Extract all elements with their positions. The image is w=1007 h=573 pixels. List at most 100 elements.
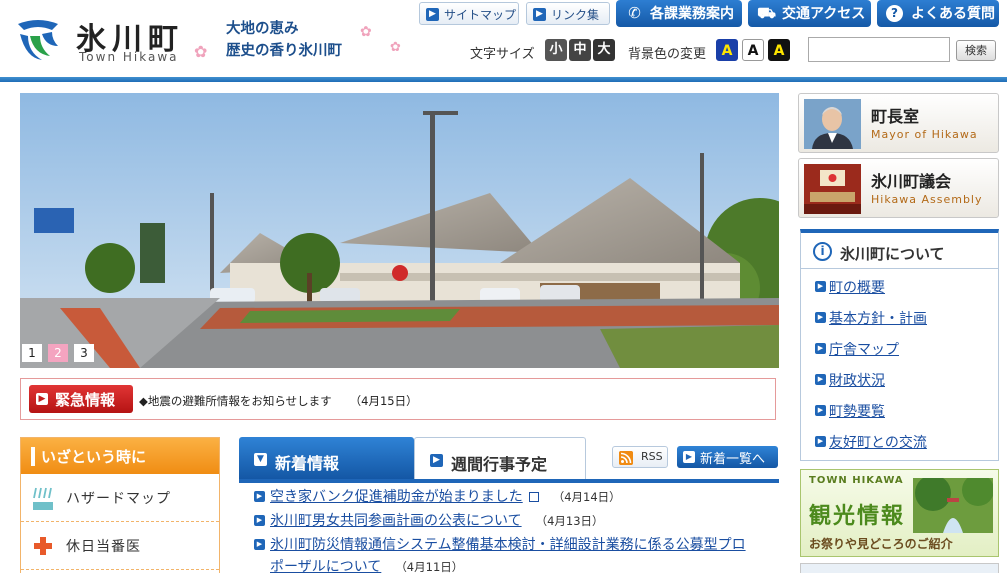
list-item: ▶ 友好町との交流 xyxy=(801,424,998,455)
holiday-doctor-link[interactable]: 休日当番医 xyxy=(21,522,219,570)
news-date: （4月14日） xyxy=(552,490,621,504)
tourism-subtitle: お祭りや見どころのご紹介 xyxy=(809,537,953,551)
nav-faq-button[interactable]: ? よくある質問 xyxy=(877,0,999,27)
about-link-friendship[interactable]: 友好町との交流 xyxy=(829,435,927,451)
about-link-town-profile[interactable]: 町勢要覧 xyxy=(829,404,885,420)
site-header: 氷川町 Town Hikawa ✿ ✿ ✿ 大地の恵み 歴史の香り氷川町 ▶ サ… xyxy=(0,0,1007,82)
rain-icon xyxy=(33,487,53,510)
news-link[interactable]: 空き家バンク促進補助金が始まりました xyxy=(270,489,523,505)
nav-label: よくある質問 xyxy=(911,6,995,22)
phone-icon: ✆ xyxy=(628,4,641,22)
font-size-label: 文字サイズ xyxy=(470,47,535,62)
font-size-medium-button[interactable]: 中 xyxy=(569,39,591,61)
site-title-en: Town Hikawa xyxy=(79,50,179,64)
search-input[interactable] xyxy=(808,37,950,62)
news-divider xyxy=(239,479,779,483)
hero-slideshow[interactable]: 1 2 3 xyxy=(20,93,779,368)
emergency-badge-label: 緊急情報 xyxy=(55,391,116,409)
about-link-office-map[interactable]: 庁舎マップ xyxy=(829,342,899,358)
about-link-overview[interactable]: 町の概要 xyxy=(829,280,885,296)
bg-blue-button[interactable]: A xyxy=(716,39,738,61)
tagline: ✿ ✿ ✿ 大地の恵み 歴史の香り氷川町 xyxy=(190,14,420,74)
emergency-bar: ▶ 緊急情報 ◆地震の避難所情報をお知らせします （4月15日） xyxy=(20,378,776,420)
slide-dot-2[interactable]: 2 xyxy=(48,344,68,362)
font-size-large-button[interactable]: 大 xyxy=(593,39,615,61)
town-logo-icon[interactable] xyxy=(12,14,64,66)
search-button[interactable]: 検索 xyxy=(956,40,996,61)
arrow-right-icon: ▶ xyxy=(683,451,695,463)
bg-white-button[interactable]: A xyxy=(742,39,764,61)
bg-black-button[interactable]: A xyxy=(768,39,790,61)
slide-dot-1[interactable]: 1 xyxy=(22,344,42,362)
tagline-line-1: 大地の恵み xyxy=(226,21,299,37)
assembly-banner[interactable]: 氷川町議会 Hikawa Assembly xyxy=(798,158,999,218)
nav-access-button[interactable]: ⛟ 交通アクセス xyxy=(748,0,871,27)
font-size-small-button[interactable]: 小 xyxy=(545,39,567,61)
question-icon: ? xyxy=(886,5,903,22)
news-link[interactable]: 氷川町防災情報通信システム整備基本検討・詳細設計業務に係る公募型プロ xyxy=(270,537,746,553)
news-list-button[interactable]: ▶ 新着一覧へ xyxy=(677,446,778,468)
emergency-notice-text: ◆地震の避難所情報をお知らせします xyxy=(139,394,332,408)
nav-label: 各課業務案内 xyxy=(650,6,734,22)
news-list: ▶ 空き家バンク促進補助金が始まりました （4月14日） ▶ 氷川町男女共同参画計… xyxy=(239,486,779,573)
list-item: ▶ 庁舎マップ xyxy=(801,331,998,362)
tourism-photo xyxy=(913,478,993,533)
hazard-map-label: ハザードマップ xyxy=(66,491,171,507)
about-link-finance[interactable]: 財政状況 xyxy=(829,373,885,389)
assembly-title: 氷川町議会 xyxy=(871,172,952,191)
rss-label: RSS xyxy=(641,450,663,463)
external-link-icon xyxy=(528,492,539,502)
emergency-notice[interactable]: ◆地震の避難所情報をお知らせします （4月15日） xyxy=(139,393,418,409)
tab-weekly-label: 週間行事予定 xyxy=(451,455,548,474)
arrow-right-icon: ▶ xyxy=(426,8,439,21)
arrow-right-icon: ▶ xyxy=(254,491,265,502)
about-town-box: i 氷川町について ▶ 町の概要 ▶ 基本方針・計画 ▶ 庁舎マップ ▶ 財政状… xyxy=(800,229,999,461)
arrow-right-icon: ▶ xyxy=(815,405,826,416)
list-item: ▶ 財政状況 xyxy=(801,362,998,393)
about-link-policy[interactable]: 基本方針・計画 xyxy=(829,311,927,327)
sitemap-link-label: サイトマップ xyxy=(444,8,517,22)
car-icon: ⛟ xyxy=(757,4,776,22)
arrow-right-icon: ▶ xyxy=(815,436,826,447)
arrow-right-icon: ▶ xyxy=(254,515,265,526)
news-date: （4月11日） xyxy=(395,560,464,573)
chevron-down-icon: ▼ xyxy=(254,453,267,466)
tourism-banner[interactable]: TOWN HIKAWA 観光情報 お祭りや見どころのご紹介 xyxy=(800,469,999,557)
nav-department-guide-button[interactable]: ✆ 各課業務案内 xyxy=(616,0,742,27)
bg-color-label: 背景色の変更 xyxy=(628,47,707,62)
tourism-small-label: TOWN HIKAWA xyxy=(809,475,904,486)
arrow-right-icon: ▶ xyxy=(815,343,826,354)
slide-dot-3[interactable]: 3 xyxy=(74,344,94,362)
news-link-continued[interactable]: ポーザルについて xyxy=(270,559,381,573)
arrow-right-icon: ▶ xyxy=(815,312,826,323)
tagline-line-2: 歴史の香り氷川町 xyxy=(226,43,342,59)
arrow-right-icon: ▶ xyxy=(430,454,443,467)
rss-button[interactable]: RSS xyxy=(612,446,668,468)
list-item: ▶ 基本方針・計画 xyxy=(801,300,998,331)
mayor-office-banner[interactable]: 町長室 Mayor of Hikawa xyxy=(798,93,999,153)
tourism-title: 観光情報 xyxy=(809,504,906,529)
news-link[interactable]: 氷川町男女共同参画計画の公表について xyxy=(270,513,522,529)
tab-news[interactable]: ▼ 新着情報 xyxy=(239,437,414,479)
hero-photo xyxy=(20,93,779,368)
assembly-hall-photo xyxy=(804,164,861,214)
arrow-right-icon: ▶ xyxy=(533,8,546,21)
right-column-next-banner xyxy=(800,563,999,573)
emergency-badge[interactable]: ▶ 緊急情報 xyxy=(29,385,133,413)
news-list-label: 新着一覧へ xyxy=(700,452,766,467)
news-date: （4月13日） xyxy=(535,514,604,528)
arrow-right-icon: ▶ xyxy=(254,539,265,550)
list-item: ▶ 氷川町防災情報通信システム整備基本検討・詳細設計業務に係る公募型プロ ポーザ… xyxy=(239,534,779,573)
arrow-right-icon: ▶ xyxy=(815,281,826,292)
tab-weekly-events[interactable]: ▶ 週間行事予定 xyxy=(414,437,586,479)
links-link-label: リンク集 xyxy=(551,8,600,22)
mayor-office-subtitle: Mayor of Hikawa xyxy=(871,128,978,141)
hazard-map-link[interactable]: ハザードマップ xyxy=(21,474,219,522)
nav-label: 交通アクセス xyxy=(782,6,866,22)
list-item: ▶ 氷川町男女共同参画計画の公表について （4月13日） xyxy=(239,510,779,532)
mayor-office-title: 町長室 xyxy=(871,107,920,126)
sitemap-link[interactable]: ▶ サイトマップ xyxy=(419,2,519,25)
links-link[interactable]: ▶ リンク集 xyxy=(526,2,610,25)
medical-cross-icon xyxy=(34,537,52,555)
list-item: ▶ 空き家バンク促進補助金が始まりました （4月14日） xyxy=(239,486,779,508)
